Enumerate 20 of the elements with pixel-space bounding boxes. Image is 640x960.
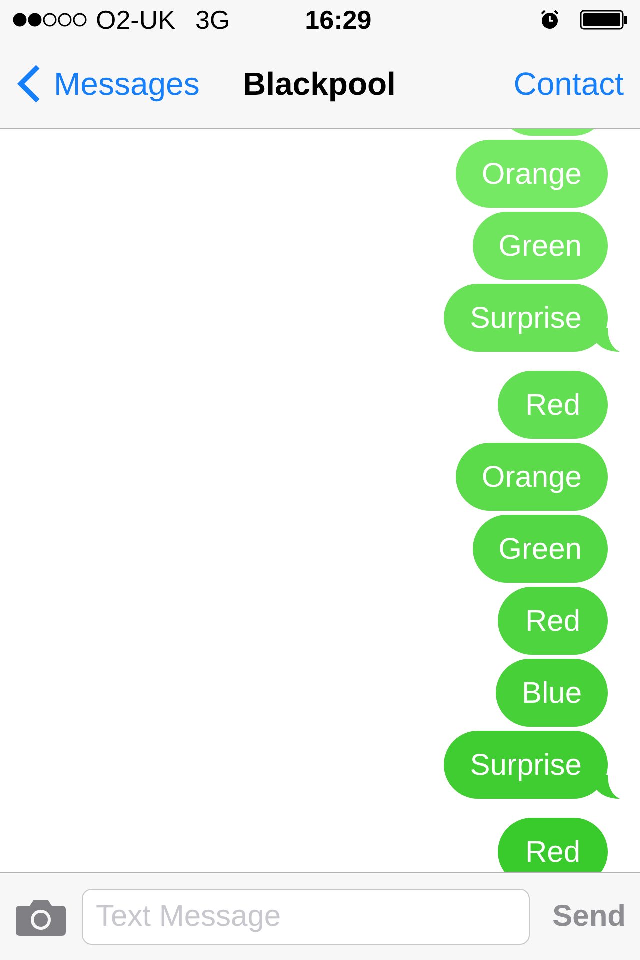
status-time: 16:29 — [305, 4, 372, 36]
message-bubble: Orange — [456, 140, 608, 208]
chevron-left-icon — [16, 64, 42, 104]
message-bubble: Green — [472, 515, 608, 583]
bubble-tail-icon — [596, 775, 620, 799]
contact-button[interactable]: Contact — [514, 60, 624, 108]
message-bubble: Red — [498, 371, 608, 439]
conversation-title: Blackpool — [243, 65, 396, 104]
message-field[interactable]: Text Message — [82, 888, 530, 944]
message-bubble: Blue — [496, 659, 608, 727]
network-type: 3G — [195, 4, 230, 36]
message-bubble: Red — [498, 587, 608, 655]
camera-icon[interactable] — [16, 898, 66, 936]
back-button[interactable]: Messages — [16, 60, 200, 108]
message-bubble: Green — [472, 212, 608, 280]
battery-icon — [580, 10, 628, 30]
bubble-tail-icon — [596, 328, 620, 352]
carrier-name: O2-UK — [96, 4, 176, 36]
alarm-icon — [540, 10, 560, 30]
message-bubble: Orange — [456, 443, 608, 511]
